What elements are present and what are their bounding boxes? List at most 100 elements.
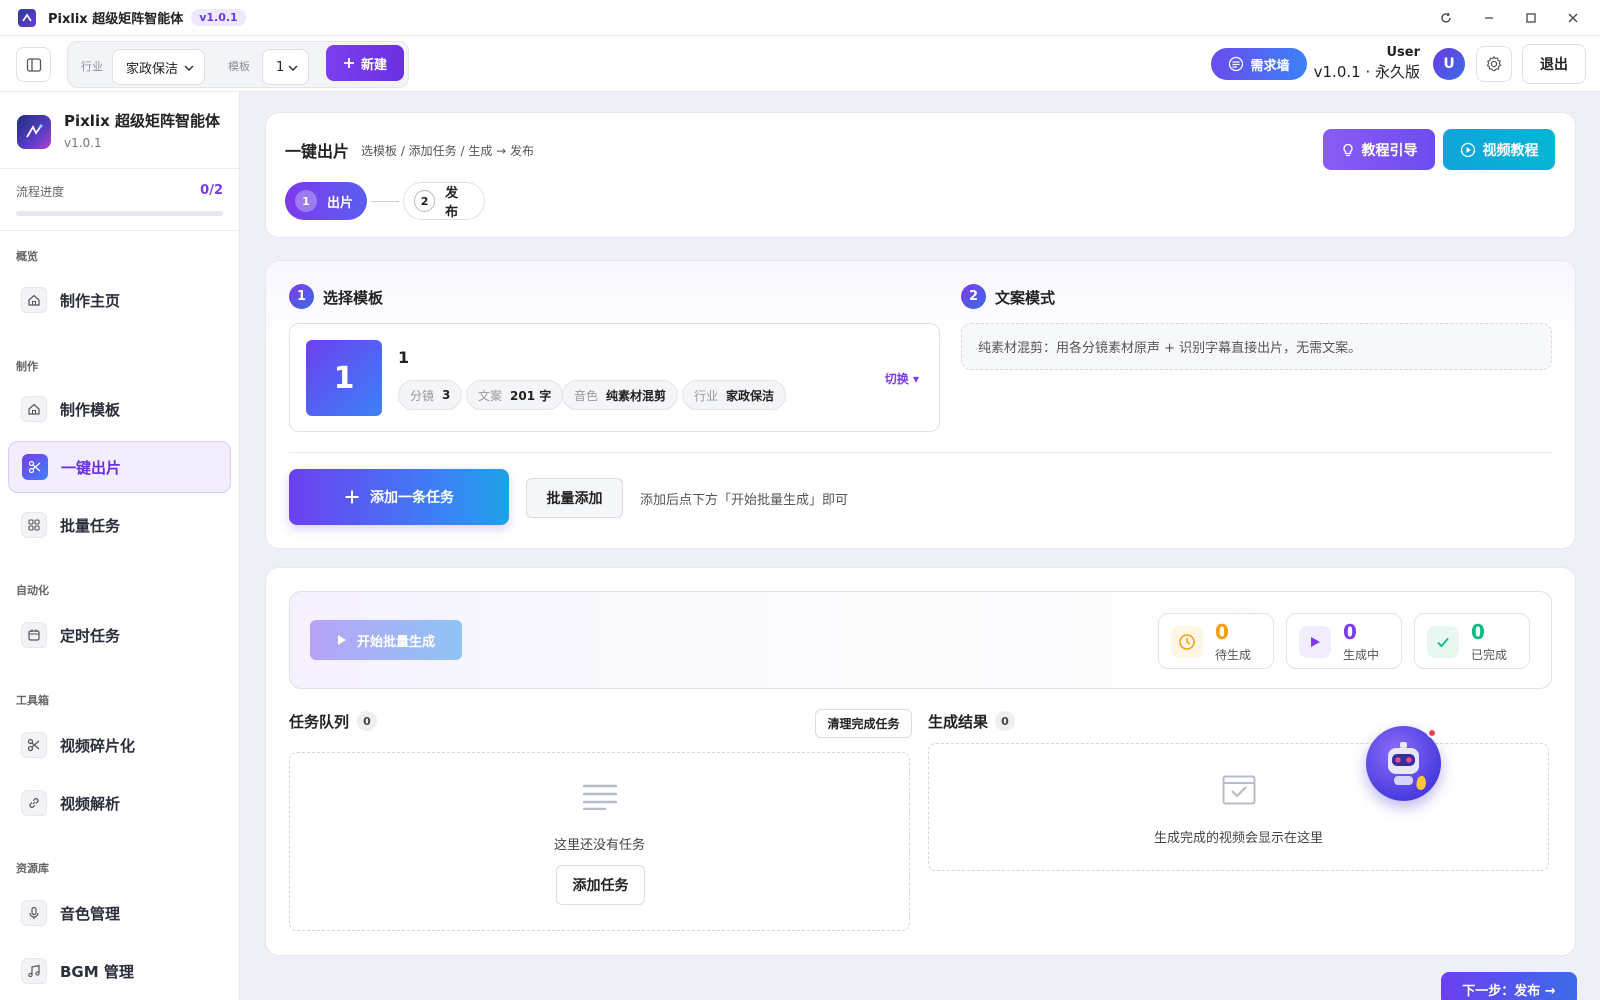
progress-bar <box>16 211 223 216</box>
link-icon <box>21 790 47 816</box>
brand-logo-icon <box>17 115 51 149</box>
music-icon <box>21 958 47 984</box>
page-title: 一键出片 <box>285 142 350 161</box>
calendar-icon <box>21 622 47 648</box>
sidebar-item-label: BGM 管理 <box>60 962 134 981</box>
add-one-task-label: 添加一条任务 <box>370 490 454 506</box>
new-button-label: 新建 <box>360 57 387 73</box>
start-batch-label: 开始批量生成 <box>356 634 435 650</box>
notification-dot <box>1427 728 1437 738</box>
request-wall-button[interactable]: 需求墙 <box>1211 48 1307 80</box>
user-plan: v1.0.1 · 永久版 <box>1313 63 1420 81</box>
step-connector <box>371 201 399 202</box>
stat-pending: 0 待生成 <box>1158 613 1274 669</box>
home-icon <box>21 287 47 313</box>
title-bar: Pixlix 超级矩阵智能体 v1.0.1 <box>0 0 1600 36</box>
template-card[interactable]: 1 1 分镜 3 文案 201 字 音色 纯素材混剪 行业 家政保洁 切换 ▾ <box>289 323 940 432</box>
sidebar-item-scheduled[interactable]: 定时任务 <box>8 609 231 661</box>
avatar[interactable]: U <box>1433 48 1465 80</box>
settings-button[interactable] <box>1476 46 1512 82</box>
industry-label: 行业 <box>81 60 103 73</box>
step-number: 2 <box>414 190 436 212</box>
copy-mode-description: 纯素材混剪：用各分镜素材原声 + 识别字幕直接出片，无需文案。 <box>961 323 1552 370</box>
task-queue-count: 0 <box>357 711 377 731</box>
sidebar-item-label: 视频解析 <box>60 794 121 813</box>
results-empty-text: 生成完成的视频会显示在这里 <box>1154 831 1324 846</box>
chip-shots: 分镜 3 <box>398 380 463 410</box>
clear-completed-button[interactable]: 清理完成任务 <box>815 709 912 738</box>
new-button[interactable]: 新建 <box>326 45 404 81</box>
divider <box>0 168 240 169</box>
next-step-button[interactable]: 下一步：发布 → <box>1441 972 1577 1000</box>
industry-value: 家政保洁 <box>126 61 179 77</box>
list-icon <box>583 784 617 810</box>
results-count: 0 <box>995 711 1015 731</box>
refresh-icon[interactable] <box>1437 9 1455 27</box>
progress-label: 流程进度 <box>16 185 65 199</box>
request-wall-icon <box>1229 56 1244 72</box>
mic-icon <box>21 900 47 926</box>
play-icon <box>1299 626 1331 658</box>
window-title: Pixlix 超级矩阵智能体 <box>48 12 184 27</box>
task-queue-empty-text: 这里还没有任务 <box>554 838 646 853</box>
user-name: User <box>1386 45 1420 60</box>
sidebar-icon <box>26 57 41 72</box>
chevron-down-icon <box>288 65 298 72</box>
stat-value: 0 <box>1215 620 1229 644</box>
stat-label: 生成中 <box>1343 648 1380 662</box>
grid-icon <box>21 512 47 538</box>
step-2-pill[interactable]: 2 发布 <box>403 182 485 220</box>
section-automation: 自动化 <box>16 584 49 597</box>
step-number: 1 <box>295 190 317 212</box>
stat-label: 待生成 <box>1215 648 1252 662</box>
sidebar-item-label: 音色管理 <box>60 904 121 923</box>
template-select[interactable]: 1 <box>262 49 309 85</box>
plus-icon <box>343 58 354 68</box>
industry-select[interactable]: 家政保洁 <box>112 49 205 85</box>
minimize-icon[interactable] <box>1480 9 1498 27</box>
sidebar-item-bgm[interactable]: BGM 管理 <box>8 945 231 997</box>
batch-add-button[interactable]: 批量添加 <box>526 478 623 518</box>
add-task-button[interactable]: 添加任务 <box>556 865 645 905</box>
step-label: 出片 <box>327 195 354 211</box>
divider <box>289 452 1552 453</box>
check-icon <box>1427 626 1459 658</box>
home-icon <box>21 396 47 422</box>
stat-value: 0 <box>1343 620 1357 644</box>
progress-value: 0/2 <box>200 183 223 198</box>
stat-label: 已完成 <box>1471 648 1508 662</box>
maximize-icon[interactable] <box>1522 9 1540 27</box>
template-thumbnail: 1 <box>306 340 382 416</box>
sidebar-item-video-fragment[interactable]: 视频碎片化 <box>8 719 231 771</box>
step-1-pill[interactable]: 1 出片 <box>285 182 367 220</box>
close-icon[interactable] <box>1564 9 1582 27</box>
tutorial-guide-button[interactable]: 教程引导 <box>1323 129 1435 170</box>
add-one-task-button[interactable]: 添加一条任务 <box>289 469 509 525</box>
step-label: 发布 <box>445 186 459 220</box>
section-overview: 概览 <box>16 250 38 263</box>
plus-icon <box>345 490 359 504</box>
switch-template-link[interactable]: 切换 ▾ <box>885 370 919 387</box>
results-title: 生成结果 <box>928 713 989 731</box>
sidebar-item-voices[interactable]: 音色管理 <box>8 887 231 939</box>
sidebar-item-video-parse[interactable]: 视频解析 <box>8 777 231 829</box>
sidebar-item-label: 视频碎片化 <box>60 736 136 755</box>
sidebar-item-home[interactable]: 制作主页 <box>8 274 231 326</box>
tutorial-guide-label: 教程引导 <box>1361 142 1418 159</box>
video-tutorial-button[interactable]: 视频教程 <box>1443 129 1555 170</box>
logout-button[interactable]: 退出 <box>1522 44 1586 84</box>
gear-icon <box>1486 55 1502 72</box>
scissors-icon <box>21 732 47 758</box>
section-library: 资源库 <box>16 862 49 875</box>
sidebar-item-label: 制作模板 <box>60 400 121 419</box>
sidebar-item-batch-tasks[interactable]: 批量任务 <box>8 499 231 551</box>
sidebar-toggle-button[interactable] <box>16 47 51 82</box>
chip-voice: 音色 纯素材混剪 <box>562 380 679 410</box>
request-wall-label: 需求墙 <box>1250 58 1290 74</box>
start-batch-button[interactable]: 开始批量生成 <box>310 620 462 660</box>
video-tutorial-label: 视频教程 <box>1482 142 1539 159</box>
sidebar-item-one-click[interactable]: 一键出片 <box>8 441 231 493</box>
sidebar-item-label: 一键出片 <box>61 458 122 477</box>
sidebar-item-templates[interactable]: 制作模板 <box>8 383 231 435</box>
results-empty <box>928 743 1549 871</box>
